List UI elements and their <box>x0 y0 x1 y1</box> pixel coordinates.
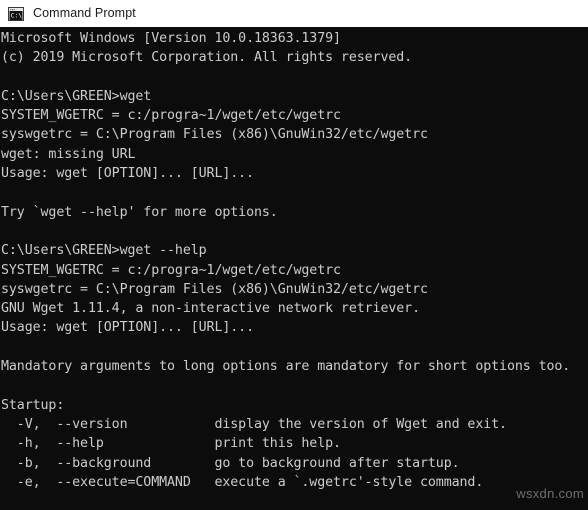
command-prompt-window: C:\ Command Prompt Microsoft Windows [Ve… <box>0 0 588 510</box>
console-text: Microsoft Windows [Version 10.0.18363.13… <box>1 31 571 490</box>
console-output-area[interactable]: Microsoft Windows [Version 10.0.18363.13… <box>0 27 588 510</box>
svg-text:C:\: C:\ <box>11 11 23 19</box>
window-titlebar[interactable]: C:\ Command Prompt <box>0 0 588 27</box>
command-prompt-icon: C:\ <box>8 6 24 21</box>
window-title: Command Prompt <box>33 6 136 21</box>
